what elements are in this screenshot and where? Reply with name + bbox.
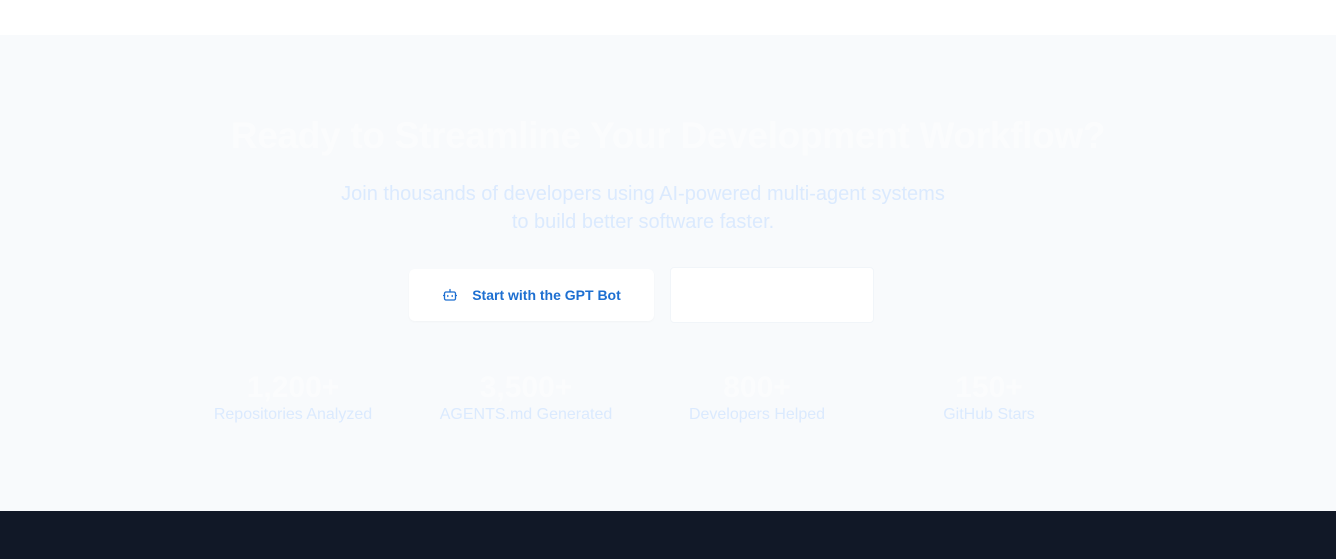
stat-label: GitHub Stars <box>943 406 1035 423</box>
cta-section: Ready to Streamline Your Development Wor… <box>0 35 1336 511</box>
stat-repositories-analyzed: 1,200+ Repositories Analyzed <box>177 371 409 425</box>
stat-value: 1,200+ <box>246 371 340 404</box>
stat-label: Repositories Analyzed <box>213 406 373 423</box>
robot-icon <box>442 287 458 303</box>
stat-label: AGENTS.md Generated <box>439 406 613 423</box>
stat-agents-md-generated: 3,500+ AGENTS.md Generated <box>410 371 642 425</box>
start-gpt-bot-label: Start with the GPT Bot <box>472 287 621 303</box>
cta-subtitle-line-1: Join thousands of developers using AI-po… <box>341 183 945 205</box>
stat-github-stars: 150+ GitHub Stars <box>873 371 1105 425</box>
cta-subtitle: Join thousands of developers using AI-po… <box>318 180 968 236</box>
secondary-cta-button[interactable] <box>670 267 874 323</box>
stat-developers-helped: 800+ Developers Helped <box>641 371 873 425</box>
stat-value: 3,500+ <box>479 371 573 404</box>
footer <box>0 511 1336 559</box>
cta-title: Ready to Streamline Your Development Wor… <box>230 115 1106 156</box>
stat-value: 800+ <box>723 371 791 404</box>
page-top-strip <box>0 0 1336 35</box>
stat-label: Developers Helped <box>688 406 826 423</box>
cta-subtitle-line-2: to build better software faster. <box>511 211 775 233</box>
stat-value: 150+ <box>955 371 1023 404</box>
start-gpt-bot-button[interactable]: Start with the GPT Bot <box>409 269 654 321</box>
